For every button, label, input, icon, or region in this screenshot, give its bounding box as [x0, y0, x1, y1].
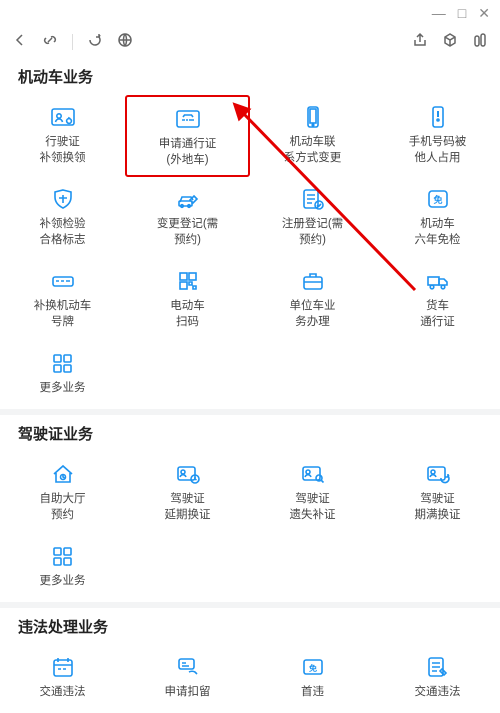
label: 机动车联 系方式变更 [284, 135, 342, 166]
label: 更多业务 [40, 574, 86, 590]
window-close[interactable]: ✕ [478, 5, 490, 22]
cell-more-vehicle[interactable]: 更多业务 [0, 341, 125, 409]
svg-text:免: 免 [433, 194, 442, 205]
label: 更多业务 [40, 381, 86, 397]
cell-ebike-scan[interactable]: 电动车 扫码 [125, 259, 250, 341]
phone-alert-icon [424, 105, 452, 129]
cell-register[interactable]: 注册登记(需 预约) [250, 177, 375, 259]
plate-icon [49, 269, 77, 293]
grid-icon [49, 544, 77, 568]
cell-license-extend[interactable]: 驾驶证 延期换证 [125, 452, 250, 534]
label: 补换机动车 号牌 [34, 299, 92, 330]
cell-selfservice-appoint[interactable]: 自助大厅 预约 [0, 452, 125, 534]
cell-violation-handle[interactable]: 交通违法 [375, 645, 500, 713]
label: 变更登记(需 预约) [157, 217, 218, 248]
license-refresh-icon [424, 462, 452, 486]
label: 补领检验 合格标志 [40, 217, 86, 248]
doc-check-icon [299, 187, 327, 211]
grid-violation: 交通违法 申请扣留 免 首违 交通违法 [0, 645, 500, 713]
doc-edit-icon [424, 655, 452, 679]
label: 货车 通行证 [420, 299, 455, 330]
cell-plate-replace[interactable]: 补换机动车 号牌 [0, 259, 125, 341]
section-title-violation: 违法处理业务 [0, 608, 500, 645]
cell-truck-pass[interactable]: 货车 通行证 [375, 259, 500, 341]
cell-more-license[interactable]: 更多业务 [0, 534, 125, 602]
globe-icon[interactable] [117, 32, 133, 53]
music-icon[interactable] [472, 32, 488, 53]
label: 驾驶证 延期换证 [165, 492, 211, 523]
label: 单位车业 务办理 [290, 299, 336, 330]
briefcase-icon [299, 269, 327, 293]
cell-inspection-mark[interactable]: 补领检验 合格标志 [0, 177, 125, 259]
cube-icon[interactable] [442, 32, 458, 53]
share-icon[interactable] [412, 32, 428, 53]
qr-icon [174, 269, 202, 293]
badge-free-icon: 免 [424, 187, 452, 211]
window-min[interactable]: — [432, 5, 446, 21]
phone-icon [299, 105, 327, 129]
shield-icon [49, 187, 77, 211]
divider [72, 34, 73, 50]
house-icon [49, 462, 77, 486]
label: 交通违法 [415, 685, 461, 701]
toolbar [0, 26, 500, 58]
car-card-icon [174, 107, 202, 131]
doc-user-icon [49, 105, 77, 129]
cell-company-vehicle[interactable]: 单位车业 务办理 [250, 259, 375, 341]
section-title-vehicle: 机动车业务 [0, 58, 500, 95]
cell-phone-occupied[interactable]: 手机号码被 他人占用 [375, 95, 500, 177]
label: 驾驶证 期满换证 [415, 492, 461, 523]
label: 手机号码被 他人占用 [409, 135, 467, 166]
back-icon[interactable] [12, 32, 28, 53]
cell-apply-pass[interactable]: 申请通行证 (外地车) [125, 95, 250, 177]
license-search-icon [299, 462, 327, 486]
label: 驾驶证 遗失补证 [290, 492, 336, 523]
label: 首违 [301, 685, 324, 701]
truck-icon [424, 269, 452, 293]
label: 申请通行证 (外地车) [159, 137, 217, 168]
grid-icon [49, 351, 77, 375]
label: 机动车 六年免检 [415, 217, 461, 248]
label: 注册登记(需 预约) [282, 217, 343, 248]
license-clock-icon [174, 462, 202, 486]
label: 行驶证 补领换领 [40, 135, 86, 166]
label: 自助大厅 预约 [40, 492, 86, 523]
cell-six-year-free[interactable]: 免 机动车 六年免检 [375, 177, 500, 259]
label: 电动车 扫码 [170, 299, 205, 330]
car-edit-icon [174, 187, 202, 211]
refresh-icon[interactable] [87, 32, 103, 53]
ticket-free-icon: 免 [299, 655, 327, 679]
cell-contact-change[interactable]: 机动车联 系方式变更 [250, 95, 375, 177]
cell-license-renew[interactable]: 驾驶证 期满换证 [375, 452, 500, 534]
section-title-license: 驾驶证业务 [0, 415, 500, 452]
calendar-icon [49, 655, 77, 679]
grid-license: 自助大厅 预约 驾驶证 延期换证 驾驶证 遗失补证 驾驶证 期满换证 [0, 452, 500, 534]
window-titlebar: — □ ✕ [0, 0, 500, 26]
card-hand-icon [174, 655, 202, 679]
label: 申请扣留 [165, 685, 211, 701]
cell-license-lost[interactable]: 驾驶证 遗失补证 [250, 452, 375, 534]
cell-license-replace[interactable]: 行驶证 补领换领 [0, 95, 125, 177]
cell-violation-query[interactable]: 交通违法 [0, 645, 125, 713]
cell-first-violation[interactable]: 免 首违 [250, 645, 375, 713]
label: 交通违法 [40, 685, 86, 701]
svg-text:免: 免 [309, 663, 317, 673]
window-max[interactable]: □ [458, 5, 466, 21]
link-icon[interactable] [42, 32, 58, 53]
grid-vehicle: 行驶证 补领换领 申请通行证 (外地车) 机动车联 系方式变更 手机号码被 他人… [0, 95, 500, 341]
cell-change-register[interactable]: 变更登记(需 预约) [125, 177, 250, 259]
cell-apply-detain[interactable]: 申请扣留 [125, 645, 250, 713]
